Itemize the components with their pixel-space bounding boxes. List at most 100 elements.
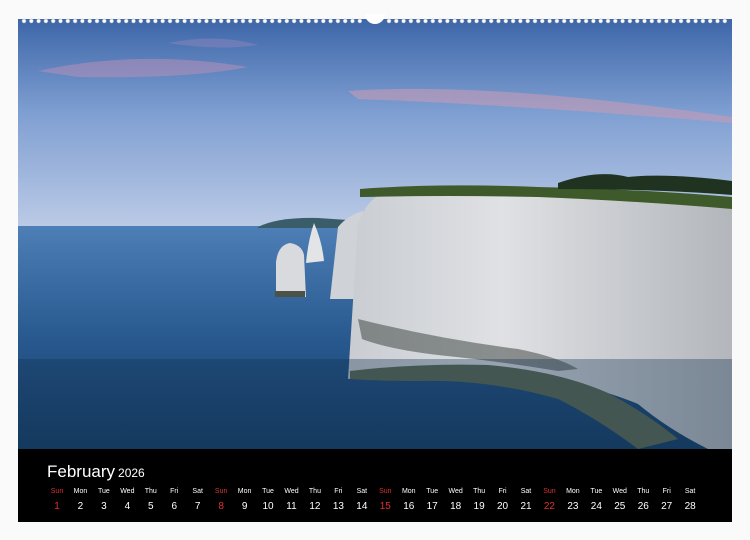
binding-hole: [715, 18, 720, 24]
date-label: 4: [124, 501, 131, 512]
binding-hole: [408, 18, 414, 24]
date-label: 3: [101, 501, 107, 512]
binding-hole: [649, 18, 655, 24]
date-label: 6: [171, 501, 178, 512]
binding-hole: [94, 18, 100, 24]
coastal-cliffs-photo: [18, 19, 732, 449]
weekday-label: Sun: [543, 488, 556, 495]
binding-hole: [175, 18, 180, 24]
weekday-label: Mon: [401, 488, 416, 495]
binding-hole: [525, 18, 531, 24]
binding-hole: [357, 18, 363, 24]
date-row: 1 2 3 4 5 6 7 8 9 10 11 12 13 14 15 16 17 18 19 20 21 22 23 24 2…: [18, 499, 732, 515]
binding-hole: [255, 18, 260, 24]
binding-hole: [423, 18, 428, 24]
date-label: 16: [403, 501, 415, 512]
binding-hole: [591, 18, 596, 24]
weekday-label: Wed: [284, 488, 299, 495]
binding-hole: [153, 18, 158, 24]
binding-hole: [627, 18, 633, 24]
weekday-label: Wed: [448, 488, 463, 495]
binding-hole: [21, 18, 27, 24]
binding-hole: [182, 18, 187, 24]
binding-hole: [401, 18, 406, 24]
binding-hole: [561, 18, 567, 24]
date-label: 15: [379, 501, 391, 512]
date-label: 1: [54, 501, 60, 512]
weekday-label: Thu: [144, 488, 157, 495]
month-name: February: [47, 462, 116, 481]
binding-hole: [262, 18, 268, 24]
binding-hole: [671, 18, 677, 24]
binding-hole: [503, 18, 509, 24]
binding-hole: [700, 18, 706, 24]
weekday-label: Wed: [612, 488, 627, 495]
binding-hole: [656, 18, 662, 24]
binding-hole: [510, 18, 516, 24]
weekday-label: Fri: [662, 488, 671, 495]
date-label: 21: [520, 501, 532, 512]
date-label: 10: [262, 501, 274, 512]
binding-hole: [145, 18, 151, 24]
binding-hole: [642, 18, 647, 24]
weekday-label: Sun: [50, 488, 64, 495]
weekday-label: Thu: [473, 488, 486, 495]
binding-hole: [598, 18, 604, 24]
binding-hole: [291, 18, 297, 24]
binding-hole: [554, 18, 560, 24]
binding-hole: [102, 18, 107, 24]
binding-hole: [518, 18, 523, 24]
weekday-label: Tue: [426, 488, 439, 495]
binding-hole: [29, 18, 34, 24]
binding-hole: [342, 18, 348, 24]
binding-hole: [532, 18, 538, 24]
binding-hole: [496, 18, 501, 24]
binding-hole: [299, 18, 304, 24]
binding-hole: [576, 18, 582, 24]
binding-hole: [65, 18, 71, 24]
weekday-label: Tue: [97, 488, 110, 495]
date-label: 23: [567, 501, 579, 512]
binding-hole: [474, 18, 479, 24]
binding-hole: [226, 18, 231, 24]
month-title: February 2026: [47, 462, 145, 482]
binding-hole: [547, 18, 552, 24]
date-label: 19: [473, 501, 485, 512]
weekday-label: Thu: [308, 488, 321, 495]
binding-hole: [218, 18, 224, 24]
binding-hole: [445, 18, 450, 24]
date-label: 18: [450, 501, 462, 512]
binding-hole: [605, 18, 611, 24]
binding-hole: [386, 18, 392, 24]
date-label: 12: [309, 501, 321, 512]
weekday-label: Sun: [379, 488, 392, 495]
binding-hole: [722, 18, 728, 24]
weekday-row: Sun Mon Tue Wed Thu Fri Sat Sun Mon Tue Wed Thu Fri S…: [18, 486, 732, 498]
binding-hole: [328, 18, 333, 24]
date-label: 25: [614, 501, 626, 512]
binding-hole: [685, 18, 691, 24]
date-label: 17: [426, 501, 438, 512]
weekday-label: Tue: [590, 488, 603, 495]
binding-hole: [488, 18, 494, 24]
binding-hole: [160, 18, 165, 24]
date-label: 20: [496, 501, 509, 512]
binding-hole: [466, 18, 472, 24]
binding-hole: [277, 18, 282, 24]
binding-hole: [693, 18, 698, 24]
date-label: 7: [194, 501, 201, 512]
date-label: 9: [241, 501, 248, 512]
weekday-label: Sat: [192, 488, 203, 495]
date-label: 27: [661, 501, 673, 512]
binding-hole: [196, 18, 202, 24]
weekday-label: Fri: [334, 488, 343, 495]
binding-hole: [72, 18, 78, 24]
weekday-label: Fri: [170, 488, 179, 495]
weekday-label: Tue: [262, 488, 274, 495]
binding-hole: [707, 18, 713, 24]
binding-hole: [189, 18, 195, 24]
binding-hole: [612, 18, 618, 24]
binding-hole: [248, 18, 253, 24]
binding-hole: [634, 18, 640, 24]
weekday-label: Thu: [637, 488, 650, 495]
